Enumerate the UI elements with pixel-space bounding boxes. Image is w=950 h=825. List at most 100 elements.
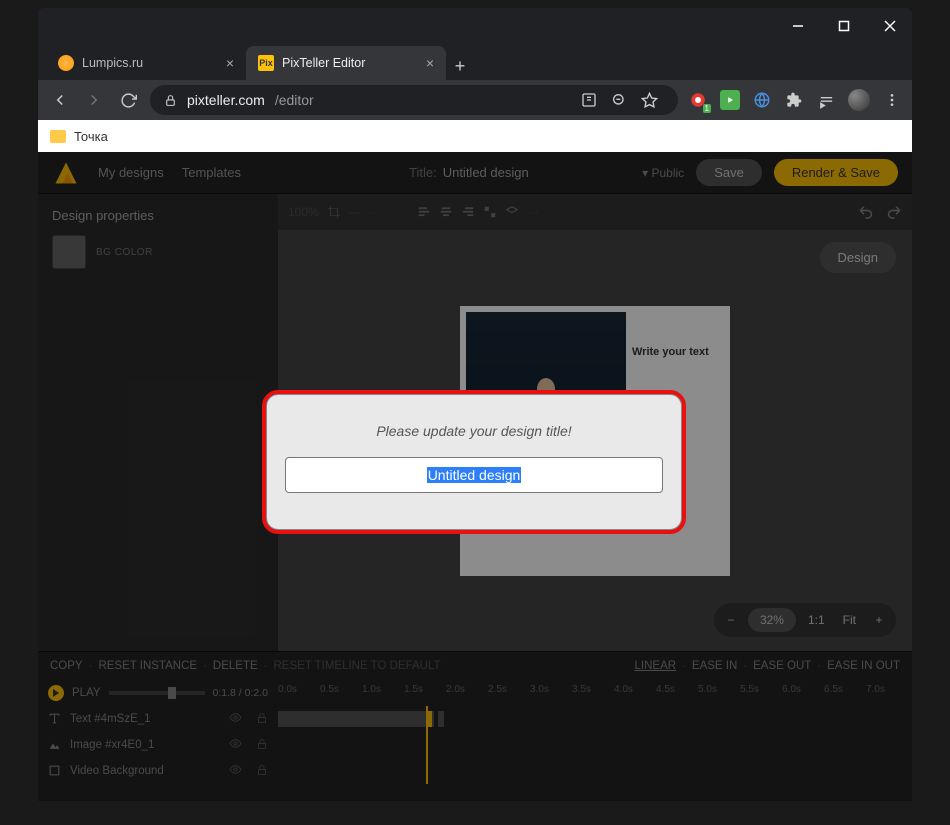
align-right-icon[interactable] <box>461 205 475 219</box>
extension-icon[interactable] <box>752 90 772 110</box>
save-button[interactable]: Save <box>696 159 762 186</box>
ruler-tick: 0.5s <box>320 684 339 695</box>
ruler-tick: 7.0s <box>866 684 885 695</box>
timeline-layer[interactable]: Text #4mSzE_1 <box>38 706 912 732</box>
zoom-in-button[interactable]: + <box>866 607 892 633</box>
bookmarks-bar: Точка <box>38 120 912 152</box>
timeline-reset-default[interactable]: RESET TIMELINE TO DEFAULT <box>274 660 441 672</box>
zoom-fit[interactable]: Fit <box>837 613 862 627</box>
undo-icon[interactable] <box>858 203 876 221</box>
time-display: 0:1.8 / 0:2.0 <box>213 687 268 699</box>
design-title[interactable]: Untitled design <box>443 165 529 180</box>
close-icon[interactable]: × <box>426 55 434 71</box>
video-icon <box>48 764 62 778</box>
pixteller-logo[interactable] <box>52 159 80 187</box>
extension-icon[interactable]: 1 <box>688 90 708 110</box>
ruler-tick: 2.5s <box>488 684 507 695</box>
title-label: Title: <box>409 165 437 180</box>
timeline-layer[interactable]: Video Background <box>38 758 912 784</box>
zoom-out-button[interactable]: − <box>718 607 744 633</box>
layers-icon[interactable] <box>505 205 519 219</box>
design-mode-button[interactable]: Design <box>820 242 896 273</box>
star-icon[interactable] <box>641 92 658 109</box>
visibility-icon[interactable] <box>229 711 242 727</box>
visibility-icon[interactable] <box>229 763 242 779</box>
lock-icon <box>164 94 177 107</box>
bookmark-item[interactable]: Точка <box>74 129 108 144</box>
ease-linear[interactable]: LINEAR <box>635 660 677 672</box>
ruler-tick: 3.0s <box>530 684 549 695</box>
window-minimize-button[interactable] <box>784 12 812 40</box>
layer-name: Image #xr4E0_1 <box>70 739 154 751</box>
tab-pixteller[interactable]: Pix PixTeller Editor × <box>246 46 446 80</box>
ease-out[interactable]: EASE OUT <box>753 660 811 672</box>
ruler-tick: 3.5s <box>572 684 591 695</box>
zoom-percent[interactable]: 32% <box>748 608 796 632</box>
ruler-tick: 4.5s <box>656 684 675 695</box>
ruler-tick: 1.5s <box>404 684 423 695</box>
favicon-icon: Pix <box>258 55 274 71</box>
layer-name: Video Background <box>70 765 164 777</box>
keyframe[interactable] <box>278 711 428 727</box>
redo-icon[interactable] <box>884 203 902 221</box>
crop-icon[interactable] <box>327 205 341 219</box>
sidebar-heading: Design properties <box>52 208 264 223</box>
nav-templates[interactable]: Templates <box>182 165 241 180</box>
media-icon[interactable] <box>816 90 836 110</box>
extension-icon[interactable] <box>720 90 740 110</box>
profile-avatar[interactable] <box>848 89 870 111</box>
timeline-ruler[interactable]: 0.0s0.5s1.0s1.5s2.0s2.5s3.0s3.5s4.0s4.5s… <box>278 680 912 706</box>
zoom-control: − 32% 1:1 Fit + <box>714 603 896 637</box>
ruler-tick: 5.5s <box>740 684 759 695</box>
lock-icon[interactable] <box>256 764 268 779</box>
align-left-icon[interactable] <box>417 205 431 219</box>
scrubber[interactable] <box>109 691 205 695</box>
ruler-tick: 4.0s <box>614 684 633 695</box>
align-center-icon[interactable] <box>439 205 453 219</box>
window-maximize-button[interactable] <box>830 12 858 40</box>
window-close-button[interactable] <box>876 12 904 40</box>
ruler-tick: 0.0s <box>278 684 297 695</box>
tab-title: Lumpics.ru <box>82 56 143 70</box>
play-button[interactable] <box>48 685 64 701</box>
visibility-toggle[interactable]: ▾ Public <box>642 166 684 180</box>
ease-in[interactable]: EASE IN <box>692 660 737 672</box>
translate-icon[interactable] <box>581 92 597 108</box>
ruler-tick: 2.0s <box>446 684 465 695</box>
back-button[interactable] <box>48 88 72 112</box>
tab-lumpics[interactable]: Lumpics.ru × <box>46 46 246 80</box>
text-icon <box>48 712 62 726</box>
visibility-icon[interactable] <box>229 737 242 753</box>
forward-button[interactable] <box>82 88 106 112</box>
close-icon[interactable]: × <box>226 55 234 71</box>
zoom-icon[interactable] <box>611 92 627 108</box>
properties-sidebar: Design properties BG COLOR <box>38 194 278 651</box>
extensions-icon[interactable] <box>784 90 804 110</box>
bg-color-swatch[interactable] <box>52 235 86 269</box>
layer-name: Text #4mSzE_1 <box>70 713 151 725</box>
timeline-copy[interactable]: COPY <box>50 660 83 672</box>
folder-icon <box>50 130 66 143</box>
favicon-icon <box>58 55 74 71</box>
ruler-tick: 6.0s <box>782 684 801 695</box>
image-icon <box>48 738 62 752</box>
ruler-tick: 5.0s <box>698 684 717 695</box>
timeline-reset-instance[interactable]: RESET INSTANCE <box>98 660 197 672</box>
distribute-icon[interactable] <box>483 205 497 219</box>
timeline-delete[interactable]: DELETE <box>213 660 258 672</box>
render-save-button[interactable]: Render & Save <box>774 159 898 186</box>
menu-icon[interactable] <box>882 90 902 110</box>
title-input[interactable]: Untitled design <box>285 457 663 493</box>
lock-icon[interactable] <box>256 738 268 753</box>
ease-in-out[interactable]: EASE IN OUT <box>827 660 900 672</box>
new-tab-button[interactable]: + <box>446 52 474 80</box>
zoom-value[interactable]: 100% <box>288 205 319 219</box>
reload-button[interactable] <box>116 88 140 112</box>
keyframe[interactable] <box>426 711 432 727</box>
zoom-ratio[interactable]: 1:1 <box>800 613 833 627</box>
address-bar[interactable]: pixteller.com/editor <box>150 85 678 115</box>
timeline-layer[interactable]: Image #xr4E0_1 <box>38 732 912 758</box>
nav-my-designs[interactable]: My designs <box>98 165 164 180</box>
lock-icon[interactable] <box>256 712 268 727</box>
bg-color-label: BG COLOR <box>96 247 153 258</box>
